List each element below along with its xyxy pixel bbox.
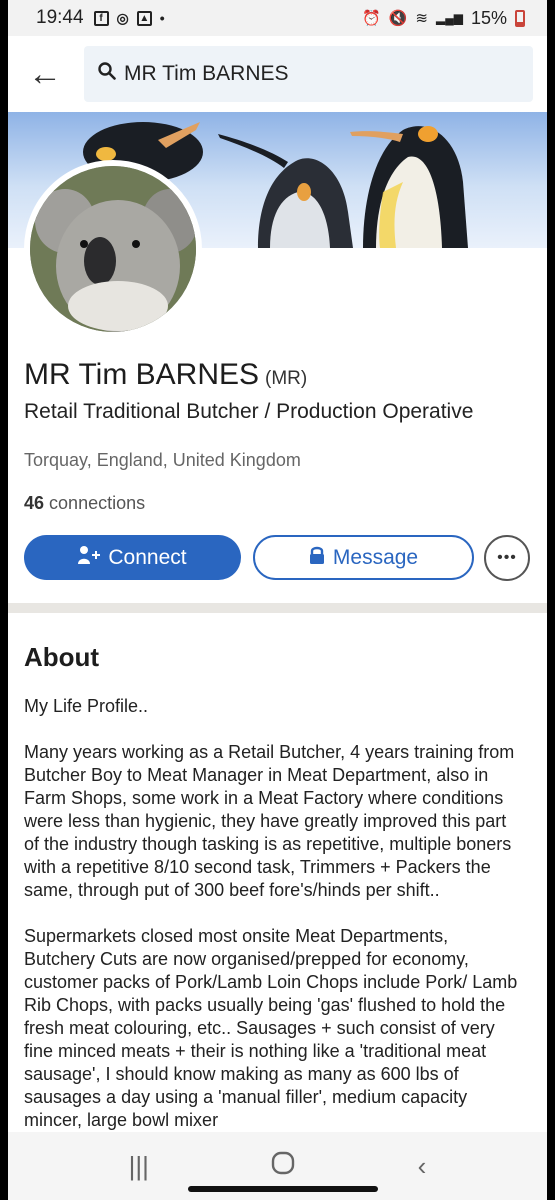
profile-location: Torquay, England, United Kingdom: [24, 450, 301, 470]
search-input[interactable]: MR Tim BARNES: [84, 46, 533, 102]
profile-name: MR Tim BARNES: [24, 358, 260, 391]
dot-icon: •: [159, 10, 165, 26]
connections-count: 46: [24, 493, 45, 513]
recent-apps-icon[interactable]: |||: [129, 1151, 149, 1182]
profile-pronoun: (MR): [265, 368, 308, 389]
back-arrow-icon[interactable]: ←: [28, 55, 84, 94]
status-right: ⏰ 🔇 ≋ ▂▄▆ 15%: [362, 8, 525, 29]
back-icon[interactable]: ‹: [418, 1151, 427, 1182]
screen: 19:44 f ◎ ▲ • ⏰ 🔇 ≋ ▂▄▆ 15% ← MR Tim BAR…: [8, 0, 547, 1200]
profile-headline: Retail Traditional Butcher / Production …: [24, 400, 474, 423]
status-bar: 19:44 f ◎ ▲ • ⏰ 🔇 ≋ ▂▄▆ 15%: [8, 0, 547, 36]
mute-icon: 🔇: [388, 10, 408, 27]
lock-icon: [309, 545, 325, 571]
ellipsis-icon: •••: [497, 549, 517, 566]
connect-button[interactable]: Connect: [24, 535, 241, 580]
profile-connections[interactable]: 46 connections: [24, 493, 145, 514]
search-query: MR Tim BARNES: [124, 62, 289, 85]
signal-icon: ▂▄▆: [436, 11, 463, 25]
search-bar: ← MR Tim BARNES: [8, 36, 547, 112]
connections-label: connections: [49, 493, 146, 513]
about-paragraph: Supermarkets closed most onsite Meat Dep…: [24, 926, 518, 1130]
gesture-bar[interactable]: [188, 1186, 378, 1192]
alarm-icon: ⏰: [362, 10, 381, 27]
profile-avatar[interactable]: [24, 160, 202, 338]
messenger-icon: ◎: [116, 9, 129, 26]
more-options-button[interactable]: •••: [484, 535, 530, 581]
search-icon: [98, 62, 116, 86]
add-person-icon: [78, 545, 101, 571]
wifi-icon: ≋: [415, 10, 428, 27]
battery-icon: [515, 9, 525, 27]
message-label: Message: [332, 545, 419, 569]
about-title: About: [24, 642, 100, 672]
message-button[interactable]: Message: [253, 535, 474, 580]
connect-label: Connect: [108, 545, 187, 569]
facebook-icon: f: [93, 10, 109, 26]
gallery-icon: ▲: [136, 10, 152, 26]
status-time: 19:44: [36, 7, 84, 28]
about-paragraph: Many years working as a Retail Butcher, …: [24, 742, 515, 900]
about-paragraph: My Life Profile..: [24, 696, 149, 716]
section-divider: [8, 603, 547, 613]
home-icon[interactable]: [270, 1150, 296, 1183]
about-text: My Life Profile.. Many years working as …: [24, 695, 524, 1135]
profile-name-row: MR Tim BARNES (MR): [24, 358, 307, 392]
battery-percent: 15%: [470, 7, 507, 28]
koala-photo: [30, 166, 196, 332]
notification-icons: f ◎ ▲ •: [93, 9, 165, 27]
